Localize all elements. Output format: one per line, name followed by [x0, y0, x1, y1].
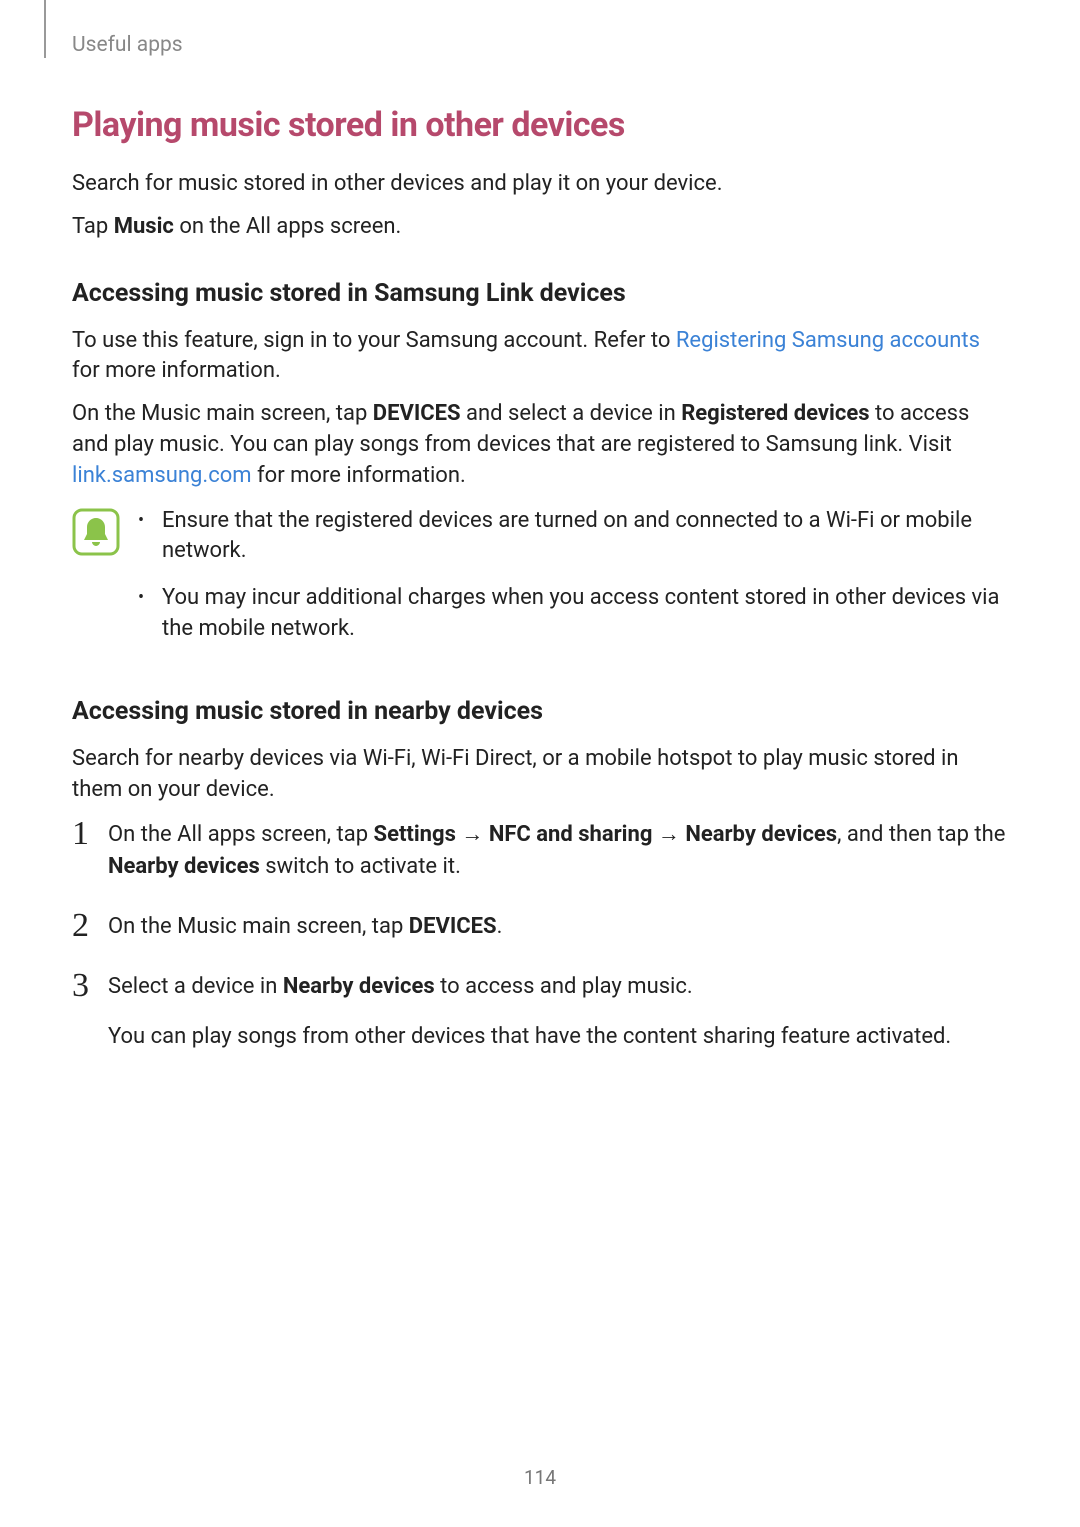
- section2-paragraph-1: Search for nearby devices via Wi-Fi, Wi-…: [72, 744, 1007, 806]
- step-3: 3 Select a device in Nearby devices to a…: [72, 969, 1007, 1053]
- intro-text-2: Tap Music on the All apps screen.: [72, 212, 1007, 243]
- header-section: Useful apps: [72, 33, 183, 57]
- intro-text-1: Search for music stored in other devices…: [72, 169, 1007, 200]
- section1-heading: Accessing music stored in Samsung Link d…: [72, 279, 1007, 308]
- note-item-2: • You may incur additional charges when …: [138, 583, 1007, 645]
- note-item-1: • Ensure that the registered devices are…: [138, 506, 1007, 568]
- link-samsung-com[interactable]: link.samsung.com: [72, 463, 252, 488]
- page-number: 114: [524, 1466, 556, 1489]
- section1-paragraph-1: To use this feature, sign in to your Sam…: [72, 326, 1007, 388]
- section2-heading: Accessing music stored in nearby devices: [72, 697, 1007, 726]
- step-1: 1 On the All apps screen, tap Settings →…: [72, 817, 1007, 883]
- link-registering-accounts[interactable]: Registering Samsung accounts: [676, 328, 980, 353]
- section1-paragraph-2: On the Music main screen, tap DEVICES an…: [72, 399, 1007, 491]
- main-heading: Playing music stored in other devices: [72, 105, 1007, 145]
- step-2: 2 On the Music main screen, tap DEVICES.: [72, 909, 1007, 943]
- note-icon: [72, 508, 120, 556]
